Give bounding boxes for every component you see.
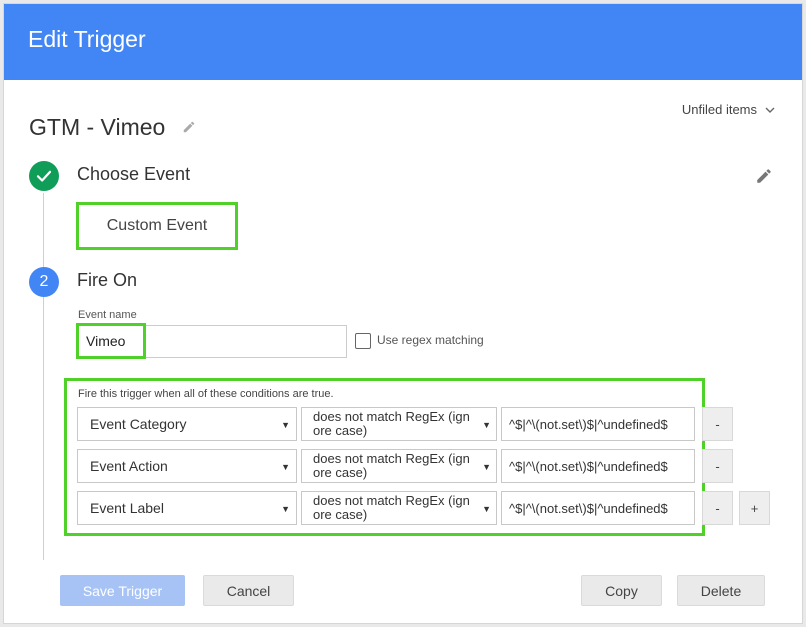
dialog-title: Edit Trigger [28,26,146,52]
event-type-option[interactable]: Custom Event [76,202,238,250]
conditions-description: Fire this trigger when all of these cond… [78,388,334,400]
condition-operator-select[interactable]: does not match RegEx (ignore case) ▼ [301,491,497,525]
step-connector [43,193,44,560]
condition-variable-value: Event Category [90,416,187,432]
remove-condition-button[interactable]: - [702,407,733,441]
condition-variable-select[interactable]: Event Label ▼ [77,491,297,525]
edit-pencil-icon[interactable] [755,167,773,185]
cancel-button[interactable]: Cancel [203,575,294,606]
dropdown-arrow-icon: ▼ [281,420,290,430]
condition-value-input[interactable]: ^$|^\(not.set\)$|^undefined$ [501,407,695,441]
dropdown-arrow-icon: ▼ [482,504,491,514]
folder-selector[interactable]: Unfiled items [682,102,775,117]
dropdown-arrow-icon: ▼ [482,462,491,472]
condition-operator-value: does not match RegEx (ignore case) [313,409,470,438]
condition-operator-value: does not match RegEx (ignore case) [313,493,470,522]
remove-condition-button[interactable]: - [702,449,733,483]
save-trigger-button[interactable]: Save Trigger [60,575,185,606]
step-complete-icon [29,161,59,191]
edit-trigger-dialog: Edit Trigger Unfiled items GTM - Vimeo C… [3,3,803,624]
remove-condition-button[interactable]: - [702,491,733,525]
condition-variable-value: Event Action [90,458,168,474]
add-condition-button[interactable]: + [739,491,770,525]
condition-operator-select[interactable]: does not match RegEx (ignore case) ▼ [301,407,497,441]
dropdown-arrow-icon: ▼ [281,462,290,472]
event-name-label: Event name [78,309,137,321]
step-number-badge: 2 [29,267,59,297]
dropdown-arrow-icon: ▼ [281,504,290,514]
condition-value-input[interactable]: ^$|^\(not.set\)$|^undefined$ [501,491,695,525]
copy-button[interactable]: Copy [581,575,662,606]
dialog-header: Edit Trigger [4,4,802,80]
step-choose-event-title: Choose Event [77,164,191,184]
condition-operator-value: does not match RegEx (ignore case) [313,451,470,480]
condition-variable-value: Event Label [90,500,164,516]
folder-label: Unfiled items [681,102,757,117]
dropdown-arrow-icon: ▼ [482,420,491,430]
step-fire-on-title: Fire On [77,270,138,290]
pencil-icon[interactable] [182,120,196,134]
condition-variable-select[interactable]: Event Category ▼ [77,407,297,441]
condition-variable-select[interactable]: Event Action ▼ [77,449,297,483]
regex-checkbox[interactable] [355,333,371,349]
regex-label: Use regex matching [377,333,484,347]
event-name-value: Vimeo [86,333,126,349]
condition-value-input[interactable]: ^$|^\(not.set\)$|^undefined$ [501,449,695,483]
condition-operator-select[interactable]: does not match RegEx (ignore case) ▼ [301,449,497,483]
delete-button[interactable]: Delete [677,575,765,606]
chevron-down-icon [765,107,775,113]
trigger-name[interactable]: GTM - Vimeo [29,114,165,141]
check-icon [36,170,52,182]
